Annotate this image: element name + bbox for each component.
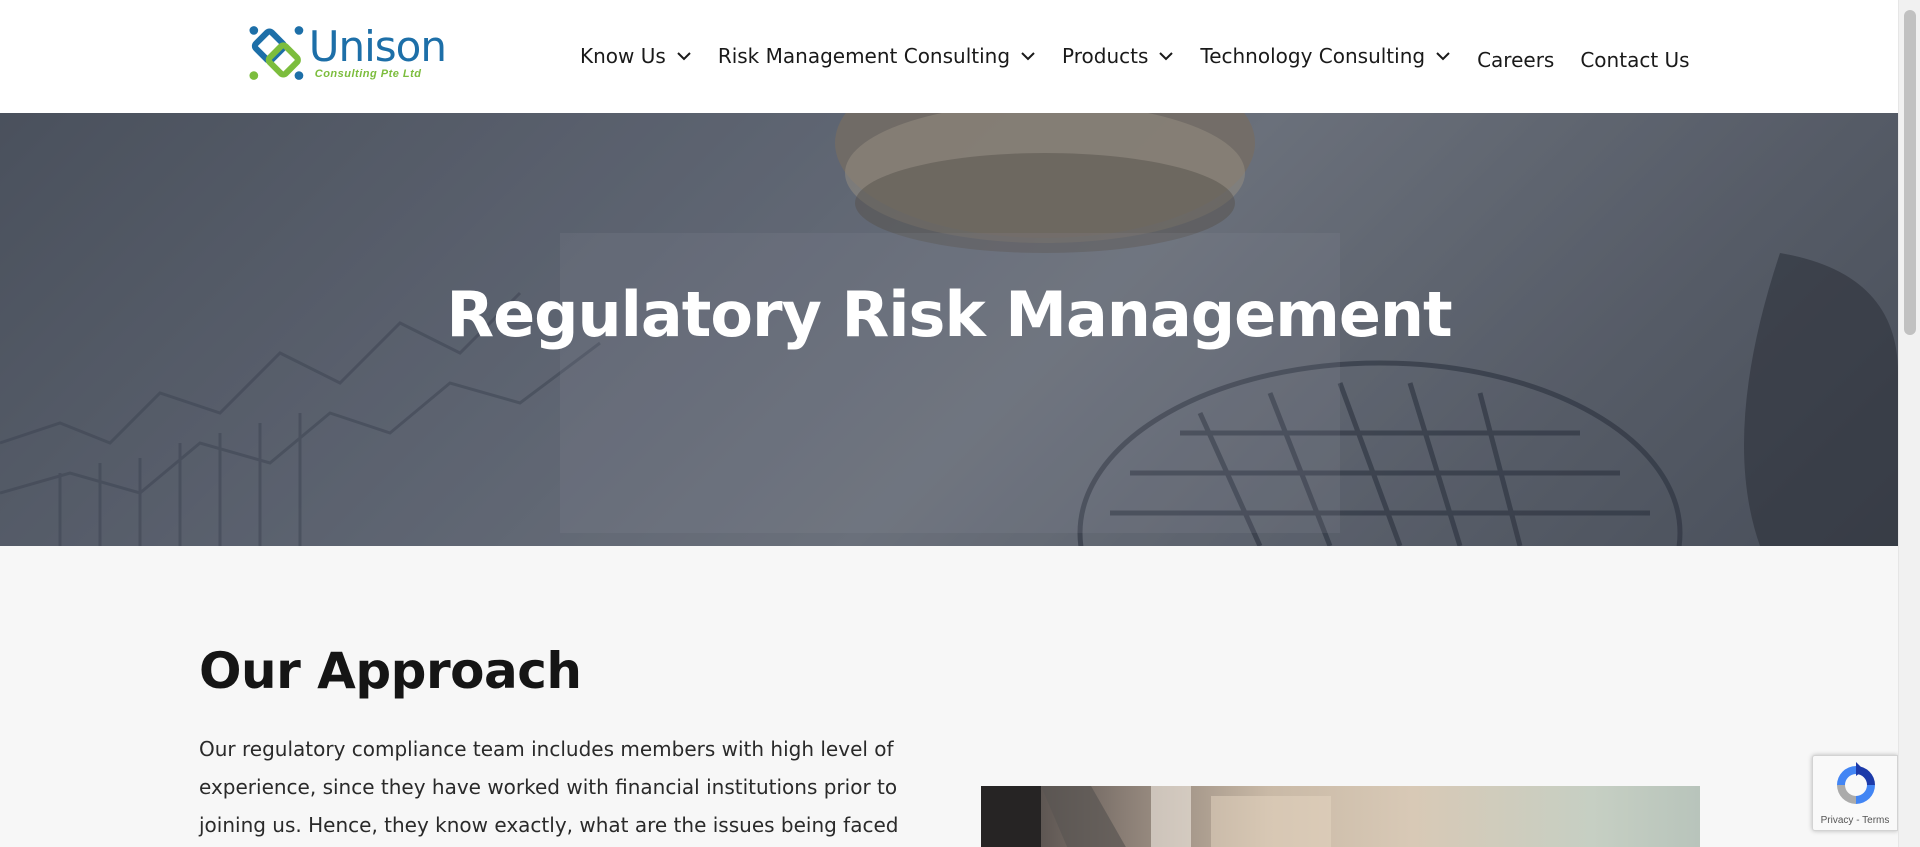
brand-logo[interactable]: Unison Consulting Pte Ltd (246, 18, 447, 88)
approach-paragraph: Our regulatory compliance team includes … (199, 730, 919, 847)
unison-logo-icon (249, 26, 304, 80)
nav-item-contact-us[interactable]: Contact Us (1580, 48, 1689, 72)
nav-item-label: Risk Management Consulting (717, 44, 1011, 68)
chevron-down-icon (1159, 52, 1174, 61)
paragraph-line: Our regulatory compliance team includes … (199, 737, 894, 761)
approach-image-art (981, 786, 1331, 847)
page-title: Regulatory Risk Management (446, 278, 1452, 351)
nav-item-technology-consulting[interactable]: Technology Consulting (1200, 44, 1451, 68)
brand-tagline: Consulting Pte Ltd (314, 68, 422, 80)
chevron-down-icon (677, 52, 691, 61)
nav-item-know-us[interactable]: Know Us (580, 44, 692, 68)
paragraph-line: joining us. Hence, they know exactly, wh… (199, 813, 899, 837)
recaptcha-badge[interactable]: Privacy - Terms (1812, 755, 1898, 831)
nav-item-label: Contact Us (1580, 48, 1690, 72)
scrollbar-thumb[interactable] (1904, 10, 1916, 335)
brand-text: Unison Consulting Pte Ltd (308, 22, 447, 81)
site-header: Unison Consulting Pte Ltd Know Us Risk M… (0, 0, 1898, 113)
section-heading: Our Approach (199, 642, 582, 700)
chevron-down-icon (1436, 52, 1450, 61)
chevron-down-icon (1021, 52, 1035, 61)
brand-name: Unison (308, 22, 447, 71)
nav-item-risk-management-consulting[interactable]: Risk Management Consulting (718, 44, 1036, 68)
nav-item-label: Careers (1477, 48, 1555, 72)
main-nav: Know Us Risk Management Consulting Produ… (580, 36, 1716, 76)
page-scrollbar[interactable] (1898, 0, 1920, 847)
paragraph-line: experience, since they have worked with … (199, 775, 898, 799)
nav-item-label: Know Us (580, 44, 666, 68)
nav-item-careers[interactable]: Careers (1477, 48, 1554, 72)
approach-section: Our Approach Our regulatory compliance t… (0, 546, 1898, 847)
approach-image (981, 786, 1700, 847)
nav-item-label: Products (1062, 44, 1149, 68)
nav-item-products[interactable]: Products (1062, 44, 1174, 68)
nav-item-label: Technology Consulting (1200, 44, 1426, 68)
recaptcha-privacy-terms-link[interactable]: Privacy - Terms (1813, 815, 1897, 826)
recaptcha-icon (1837, 762, 1875, 804)
hero-banner: Regulatory Risk Management (0, 113, 1898, 546)
